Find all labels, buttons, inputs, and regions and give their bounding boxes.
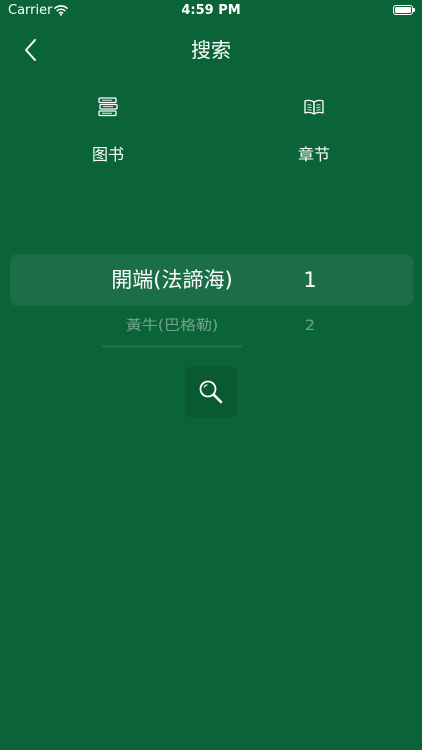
tab-books-label: 图书 [91,145,124,164]
tab-books[interactable]: 图书 [48,92,168,172]
magnifier-icon [199,380,223,404]
open-book-icon [304,99,324,115]
faded-row-indicator [102,345,242,348]
selected-chapter: 1 [303,268,317,292]
book-chapter-picker[interactable]: 開端(法諦海) 1 黃牛(巴格勒) 2 [10,254,413,364]
next-chapter: 2 [304,316,316,334]
status-bar: Carrier 4:59 PM [0,0,422,22]
navigation-bar: 搜索 [0,28,422,72]
books-stack-icon [98,97,118,117]
selected-book: 開端(法諦海) [111,268,233,292]
clock-time: 4:59 PM [181,3,241,18]
search-button[interactable] [185,367,237,417]
picker-row-faded [10,341,413,351]
next-book: 黃牛(巴格勒) [125,316,219,334]
tab-chapters[interactable]: 章节 [254,92,374,172]
battery-icon [393,5,415,15]
tab-chapters-label: 章节 [297,145,330,164]
page-title: 搜索 [191,38,231,62]
chevron-left-icon [25,39,36,61]
back-button[interactable] [18,36,46,64]
